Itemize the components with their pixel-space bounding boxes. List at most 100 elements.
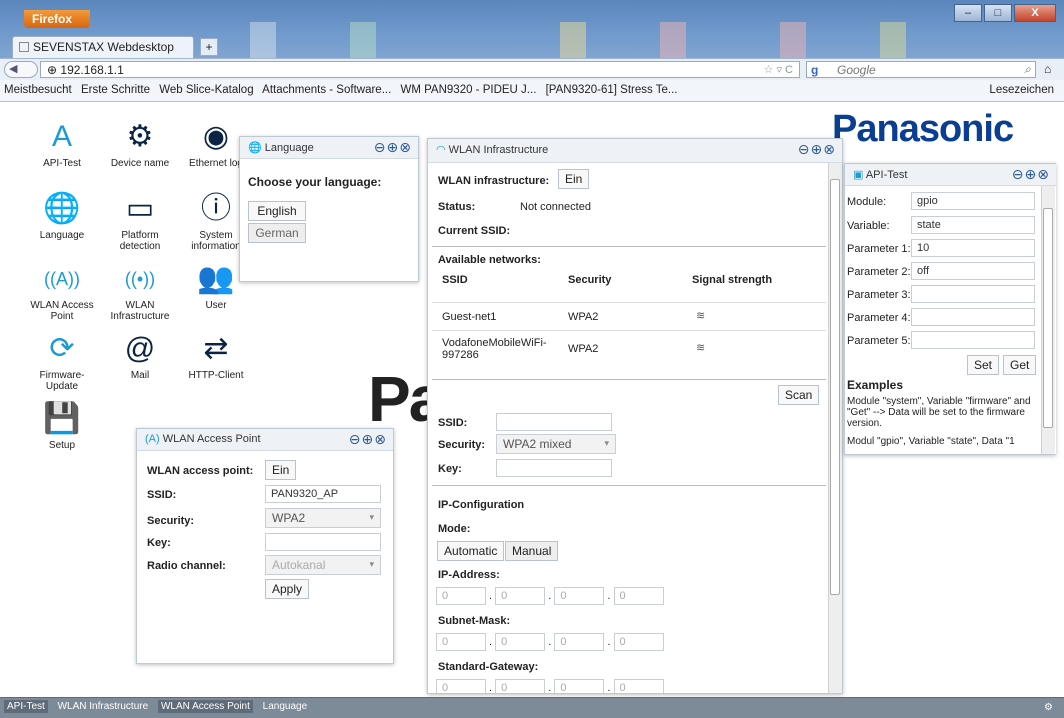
bookmark-item[interactable]: WM PAN9320 - PIDEU J...	[400, 84, 536, 96]
desktop-icon-http-client[interactable]: ⇄ HTTP-Client	[178, 330, 254, 381]
search-icon[interactable]: ⌕	[1024, 62, 1031, 77]
mask-octet-input[interactable]: 0	[554, 633, 605, 651]
scrollbar-thumb[interactable]	[830, 179, 840, 595]
ip-octet-input[interactable]: 0	[554, 587, 605, 605]
module-input[interactable]: gpio	[911, 192, 1035, 210]
window-controls[interactable]: ⊖⊕⊗	[374, 139, 412, 156]
scrollbar[interactable]	[828, 163, 842, 693]
parameter4-input[interactable]	[911, 308, 1035, 326]
bookmark-item[interactable]: [PAN9320-61] Stress Te...	[546, 84, 678, 96]
home-icon[interactable]: ⌂	[1044, 62, 1051, 76]
german-button[interactable]: German	[248, 223, 306, 243]
icon-label: System information	[191, 230, 241, 252]
ap-toggle-button[interactable]: Ein	[265, 460, 297, 480]
gateway-octet-input[interactable]: 0	[495, 679, 546, 693]
ap-security-select[interactable]: WPA2	[265, 508, 381, 528]
english-button[interactable]: English	[248, 201, 306, 221]
column-header-security: Security	[568, 274, 612, 286]
desktop-icon-platform-detection[interactable]: ▭ Platform detection	[102, 190, 178, 252]
access-point-icon: (A)	[145, 433, 163, 445]
close-window-button[interactable]: X	[1014, 4, 1056, 22]
ssid-input[interactable]	[496, 413, 612, 431]
globe-icon: 🌐	[43, 192, 81, 225]
star-icon[interactable]: ☆ ▿ C	[764, 63, 793, 76]
variable-input[interactable]: state	[911, 216, 1035, 234]
ip-octet-input[interactable]: 0	[495, 587, 546, 605]
ip-octet-input[interactable]: 0	[613, 587, 664, 605]
desktop-icon-mail[interactable]: @ Mail	[102, 330, 178, 381]
icon-label: WLAN Access Point	[30, 300, 94, 322]
scrollbar-thumb[interactable]	[1043, 208, 1053, 428]
gateway-fields: 0 . 0 . 0 . 0	[436, 679, 664, 693]
floppy-icon: 💾	[43, 402, 81, 435]
ap-channel-select[interactable]: Autokanal	[265, 555, 381, 575]
bookmark-item[interactable]: Meistbesucht	[4, 84, 72, 96]
back-button[interactable]: ◀	[4, 61, 38, 78]
table-row[interactable]: Guest-net1 WPA2 ≋	[428, 305, 826, 329]
ap-ssid-input[interactable]: PAN9320_AP	[265, 485, 381, 503]
window-controls[interactable]: ⊖⊕⊗	[1012, 166, 1050, 183]
icon-label: Language	[39, 230, 85, 241]
get-button[interactable]: Get	[1003, 355, 1037, 375]
gateway-octet-input[interactable]: 0	[613, 679, 664, 693]
parameter5-input[interactable]	[911, 331, 1035, 349]
ap-key-input[interactable]	[265, 533, 381, 551]
firefox-menu-button[interactable]: Firefox	[24, 10, 90, 28]
security-select[interactable]: WPA2 mixed	[496, 434, 616, 454]
maximize-button[interactable]: □	[984, 4, 1012, 22]
window-titlebar[interactable]: 🌐 Language ⊖⊕⊗	[240, 137, 418, 159]
gateway-octet-input[interactable]: 0	[436, 679, 486, 693]
desktop-icon-device-name[interactable]: ⚙ Device name	[102, 118, 178, 169]
parameter3-label: Parameter 3:	[847, 289, 911, 301]
browser-tab[interactable]: SEVENSTAX Webdesktop	[12, 36, 194, 58]
table-row[interactable]: VodafoneMobileWiFi-997286 WPA2 ≋	[428, 333, 826, 367]
window-title: API-Test	[865, 169, 908, 181]
new-tab-button[interactable]: +	[200, 38, 218, 56]
parameter1-input[interactable]: 10	[911, 239, 1035, 257]
ap-security-label: Security:	[147, 515, 195, 527]
bookmarks-bar: Meistbesucht Erste Schritte Web Slice-Ka…	[0, 80, 1064, 102]
url-bar[interactable]: ⊕ 192.168.1.1 ☆ ▿ C	[40, 61, 800, 78]
mode-manual-button[interactable]: Manual	[505, 541, 559, 561]
taskbar-item-wlan-infrastructure[interactable]: WLAN Infrastructure	[55, 700, 152, 713]
tab-title: SEVENSTAX Webdesktop	[33, 40, 174, 54]
taskbar-item-language[interactable]: Language	[260, 700, 311, 713]
scrollbar[interactable]	[1041, 186, 1055, 454]
mode-automatic-button[interactable]: Automatic	[437, 541, 505, 561]
desktop-icon-firmware-update[interactable]: ⟳ Firmware-Update	[24, 330, 100, 392]
infra-toggle-button[interactable]: Ein	[558, 169, 590, 189]
parameter2-input[interactable]: off	[911, 262, 1035, 280]
set-button[interactable]: Set	[967, 355, 1000, 375]
key-input[interactable]	[496, 459, 612, 477]
mask-octet-input[interactable]: 0	[613, 633, 664, 651]
window-titlebar[interactable]: ◠ WLAN Infrastructure ⊖⊕⊗	[428, 139, 842, 163]
bookmarks-menu-button[interactable]: Lesezeichen	[989, 84, 1054, 96]
bookmark-item[interactable]: Web Slice-Katalog	[159, 84, 253, 96]
search-bar[interactable]: g Google ⌕	[806, 61, 1036, 78]
mask-octet-input[interactable]: 0	[436, 633, 486, 651]
ip-octet-input[interactable]: 0	[436, 587, 486, 605]
gear-icon[interactable]: ⚙	[1041, 701, 1056, 714]
bookmark-item[interactable]: Erste Schritte	[81, 84, 150, 96]
aero-decoration	[350, 22, 376, 58]
taskbar-item-api-test[interactable]: API-Test	[4, 700, 48, 713]
navigation-bar: ◀ ⊕ 192.168.1.1 ☆ ▿ C g Google ⌕ ⌂	[0, 58, 1064, 80]
desktop-icon-wlan-infrastructure[interactable]: ((•)) WLAN Infrastructure	[102, 260, 178, 322]
window-controls[interactable]: ⊖⊕⊗	[798, 141, 836, 158]
gateway-octet-input[interactable]: 0	[554, 679, 605, 693]
mask-octet-input[interactable]: 0	[495, 633, 546, 651]
desktop-icon-api-test[interactable]: A API-Test	[24, 118, 100, 169]
parameter3-input[interactable]	[911, 285, 1035, 303]
desktop-icon-wlan-access-point[interactable]: ((A)) WLAN Access Point	[24, 260, 100, 322]
window-titlebar[interactable]: ▣ API-Test ⊖⊕⊗	[845, 164, 1056, 186]
desktop-icon-setup[interactable]: 💾 Setup	[24, 400, 100, 451]
apply-button[interactable]: Apply	[265, 579, 310, 599]
window-titlebar[interactable]: (A) WLAN Access Point ⊖⊕⊗	[137, 429, 393, 451]
taskbar-item-wlan-access-point[interactable]: WLAN Access Point	[157, 700, 253, 713]
window-controls[interactable]: ⊖⊕⊗	[349, 431, 387, 448]
language-window: 🌐 Language ⊖⊕⊗ Choose your language: Engl…	[239, 136, 419, 282]
scan-button[interactable]: Scan	[778, 385, 820, 405]
bookmark-item[interactable]: Attachments - Software...	[262, 84, 391, 96]
desktop-icon-language[interactable]: 🌐 Language	[24, 190, 100, 241]
minimize-button[interactable]: –	[954, 4, 982, 22]
